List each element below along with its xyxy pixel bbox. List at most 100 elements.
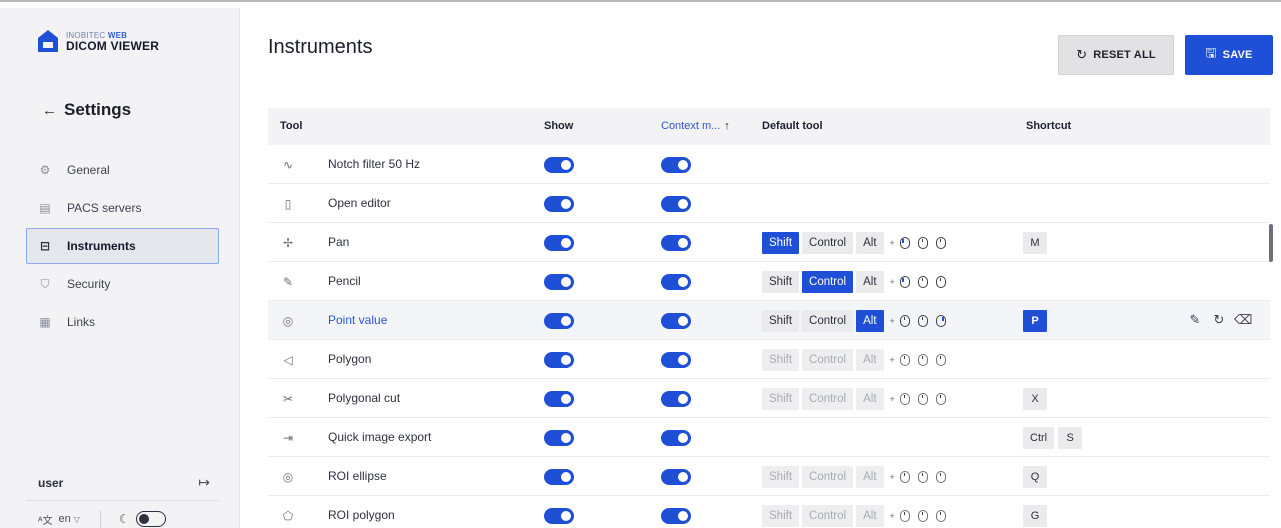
show-toggle[interactable] — [544, 196, 574, 212]
mouse-middle-icon[interactable] — [917, 237, 928, 249]
shift-key[interactable]: Shift — [762, 310, 800, 332]
sidebar-item-general[interactable]: ⚙ General — [26, 152, 219, 188]
show-toggle[interactable] — [544, 391, 574, 407]
mouse-right-icon[interactable] — [935, 237, 946, 249]
show-toggle[interactable] — [544, 274, 574, 290]
mouse-left-icon[interactable] — [899, 471, 910, 483]
edit-pencil-icon[interactable]: ✎ — [1186, 312, 1204, 328]
context-menu-toggle[interactable] — [661, 235, 691, 251]
reset-all-button[interactable]: ↻ RESET ALL — [1058, 35, 1174, 75]
mouse-middle-icon[interactable] — [917, 471, 928, 483]
mouse-middle-icon[interactable] — [917, 276, 928, 288]
mouse-left-icon[interactable] — [899, 510, 910, 522]
column-tool[interactable]: Tool — [280, 120, 302, 132]
column-shortcut[interactable]: Shortcut — [1026, 120, 1071, 132]
mouse-right-icon[interactable] — [935, 276, 946, 288]
table-row[interactable]: ✢ Pan Shift Control Alt + M — [268, 223, 1270, 262]
save-button[interactable]: 🖫 SAVE — [1185, 35, 1273, 75]
logout-icon[interactable]: ↦ — [198, 474, 210, 491]
sidebar-item-pacs-servers[interactable]: ▤ PACS servers — [26, 190, 219, 226]
shift-key[interactable]: Shift — [762, 349, 800, 371]
context-menu-toggle[interactable] — [661, 508, 691, 524]
control-key[interactable]: Control — [802, 466, 854, 488]
arrow-left-icon[interactable]: ← — [42, 102, 64, 119]
control-key[interactable]: Control — [802, 505, 854, 527]
control-key[interactable]: Control — [802, 388, 854, 410]
app-logo[interactable]: INOBITEC WEB DICOM VIEWER — [36, 28, 159, 54]
context-menu-toggle[interactable] — [661, 391, 691, 407]
table-row[interactable]: ◁ Polygon Shift Control Alt + — [268, 340, 1270, 379]
control-key[interactable]: Control — [802, 310, 854, 332]
alt-key[interactable]: Alt — [856, 271, 884, 293]
show-toggle[interactable] — [544, 508, 574, 524]
shift-key[interactable]: Shift — [762, 271, 800, 293]
mouse-middle-icon[interactable] — [917, 510, 928, 522]
sidebar-item-security[interactable]: ⛉ Security — [26, 266, 219, 302]
context-menu-toggle[interactable] — [661, 352, 691, 368]
table-row[interactable]: ✎ Pencil Shift Control Alt + — [268, 262, 1270, 301]
context-menu-toggle[interactable] — [661, 274, 691, 290]
scrollbar[interactable] — [1269, 224, 1273, 262]
show-toggle[interactable] — [544, 313, 574, 329]
reset-icon[interactable]: ↻ — [1210, 312, 1228, 328]
table-row[interactable]: ∿ Notch filter 50 Hz — [268, 145, 1270, 184]
shift-key[interactable]: Shift — [762, 232, 800, 254]
language-select[interactable]: ᴬ文 en ▽ — [38, 512, 80, 527]
alt-key[interactable]: Alt — [856, 349, 884, 371]
alt-key[interactable]: Alt — [856, 232, 884, 254]
clear-shortcut-icon[interactable]: ⌫ — [1234, 312, 1252, 328]
table-row[interactable]: ▯ Open editor — [268, 184, 1270, 223]
table-row[interactable]: ✂ Polygonal cut Shift Control Alt + X — [268, 379, 1270, 418]
control-key[interactable]: Control — [802, 349, 854, 371]
alt-key[interactable]: Alt — [856, 310, 884, 332]
context-menu-toggle[interactable] — [661, 157, 691, 173]
shift-key[interactable]: Shift — [762, 505, 800, 527]
table-row[interactable]: ⇥ Quick image export Ctrl S — [268, 418, 1270, 457]
theme-switch[interactable]: ☾ — [119, 511, 166, 527]
context-menu-toggle[interactable] — [661, 196, 691, 212]
control-key[interactable]: Control — [802, 232, 854, 254]
shortcut-keys[interactable]: Ctrl S — [1023, 427, 1086, 449]
mouse-right-icon[interactable] — [935, 354, 946, 366]
show-toggle[interactable] — [544, 235, 574, 251]
mouse-left-icon[interactable] — [899, 276, 910, 288]
table-row[interactable]: ◎ ROI ellipse Shift Control Alt + Q — [268, 457, 1270, 496]
shortcut-keys[interactable]: Q — [1023, 466, 1051, 488]
show-toggle[interactable] — [544, 469, 574, 485]
shift-key[interactable]: Shift — [762, 388, 800, 410]
column-default-tool[interactable]: Default tool — [762, 120, 823, 132]
mouse-left-icon[interactable] — [899, 354, 910, 366]
shift-key[interactable]: Shift — [762, 466, 800, 488]
shortcut-keys[interactable]: M — [1023, 232, 1051, 254]
mouse-right-icon[interactable] — [935, 315, 946, 327]
mouse-left-icon[interactable] — [899, 237, 910, 249]
theme-toggle[interactable] — [135, 511, 166, 527]
mouse-middle-icon[interactable] — [917, 393, 928, 405]
context-menu-toggle[interactable] — [661, 313, 691, 329]
table-row[interactable]: ◎ Point value Shift Control Alt + P ✎ ↻ ⌫ — [268, 301, 1270, 340]
mouse-right-icon[interactable] — [935, 510, 946, 522]
context-menu-toggle[interactable] — [661, 469, 691, 485]
control-key[interactable]: Control — [802, 271, 854, 293]
shortcut-keys[interactable]: G — [1023, 505, 1051, 527]
mouse-middle-icon[interactable] — [917, 315, 928, 327]
column-show[interactable]: Show — [544, 120, 573, 132]
sidebar-item-links[interactable]: ▦ Links — [26, 304, 219, 340]
mouse-left-icon[interactable] — [899, 315, 910, 327]
sidebar-item-instruments[interactable]: ⊟ Instruments — [26, 228, 219, 264]
mouse-left-icon[interactable] — [899, 393, 910, 405]
mouse-right-icon[interactable] — [935, 471, 946, 483]
alt-key[interactable]: Alt — [856, 466, 884, 488]
show-toggle[interactable] — [544, 157, 574, 173]
shortcut-keys[interactable]: X — [1023, 388, 1051, 410]
alt-key[interactable]: Alt — [856, 388, 884, 410]
context-menu-toggle[interactable] — [661, 430, 691, 446]
shortcut-keys[interactable]: P — [1023, 310, 1051, 332]
show-toggle[interactable] — [544, 352, 574, 368]
column-context-menu[interactable]: Context m... ↑ — [661, 120, 730, 132]
mouse-middle-icon[interactable] — [917, 354, 928, 366]
table-row[interactable]: ⬠ ROI polygon Shift Control Alt + G — [268, 496, 1270, 528]
alt-key[interactable]: Alt — [856, 505, 884, 527]
show-toggle[interactable] — [544, 430, 574, 446]
mouse-right-icon[interactable] — [935, 393, 946, 405]
